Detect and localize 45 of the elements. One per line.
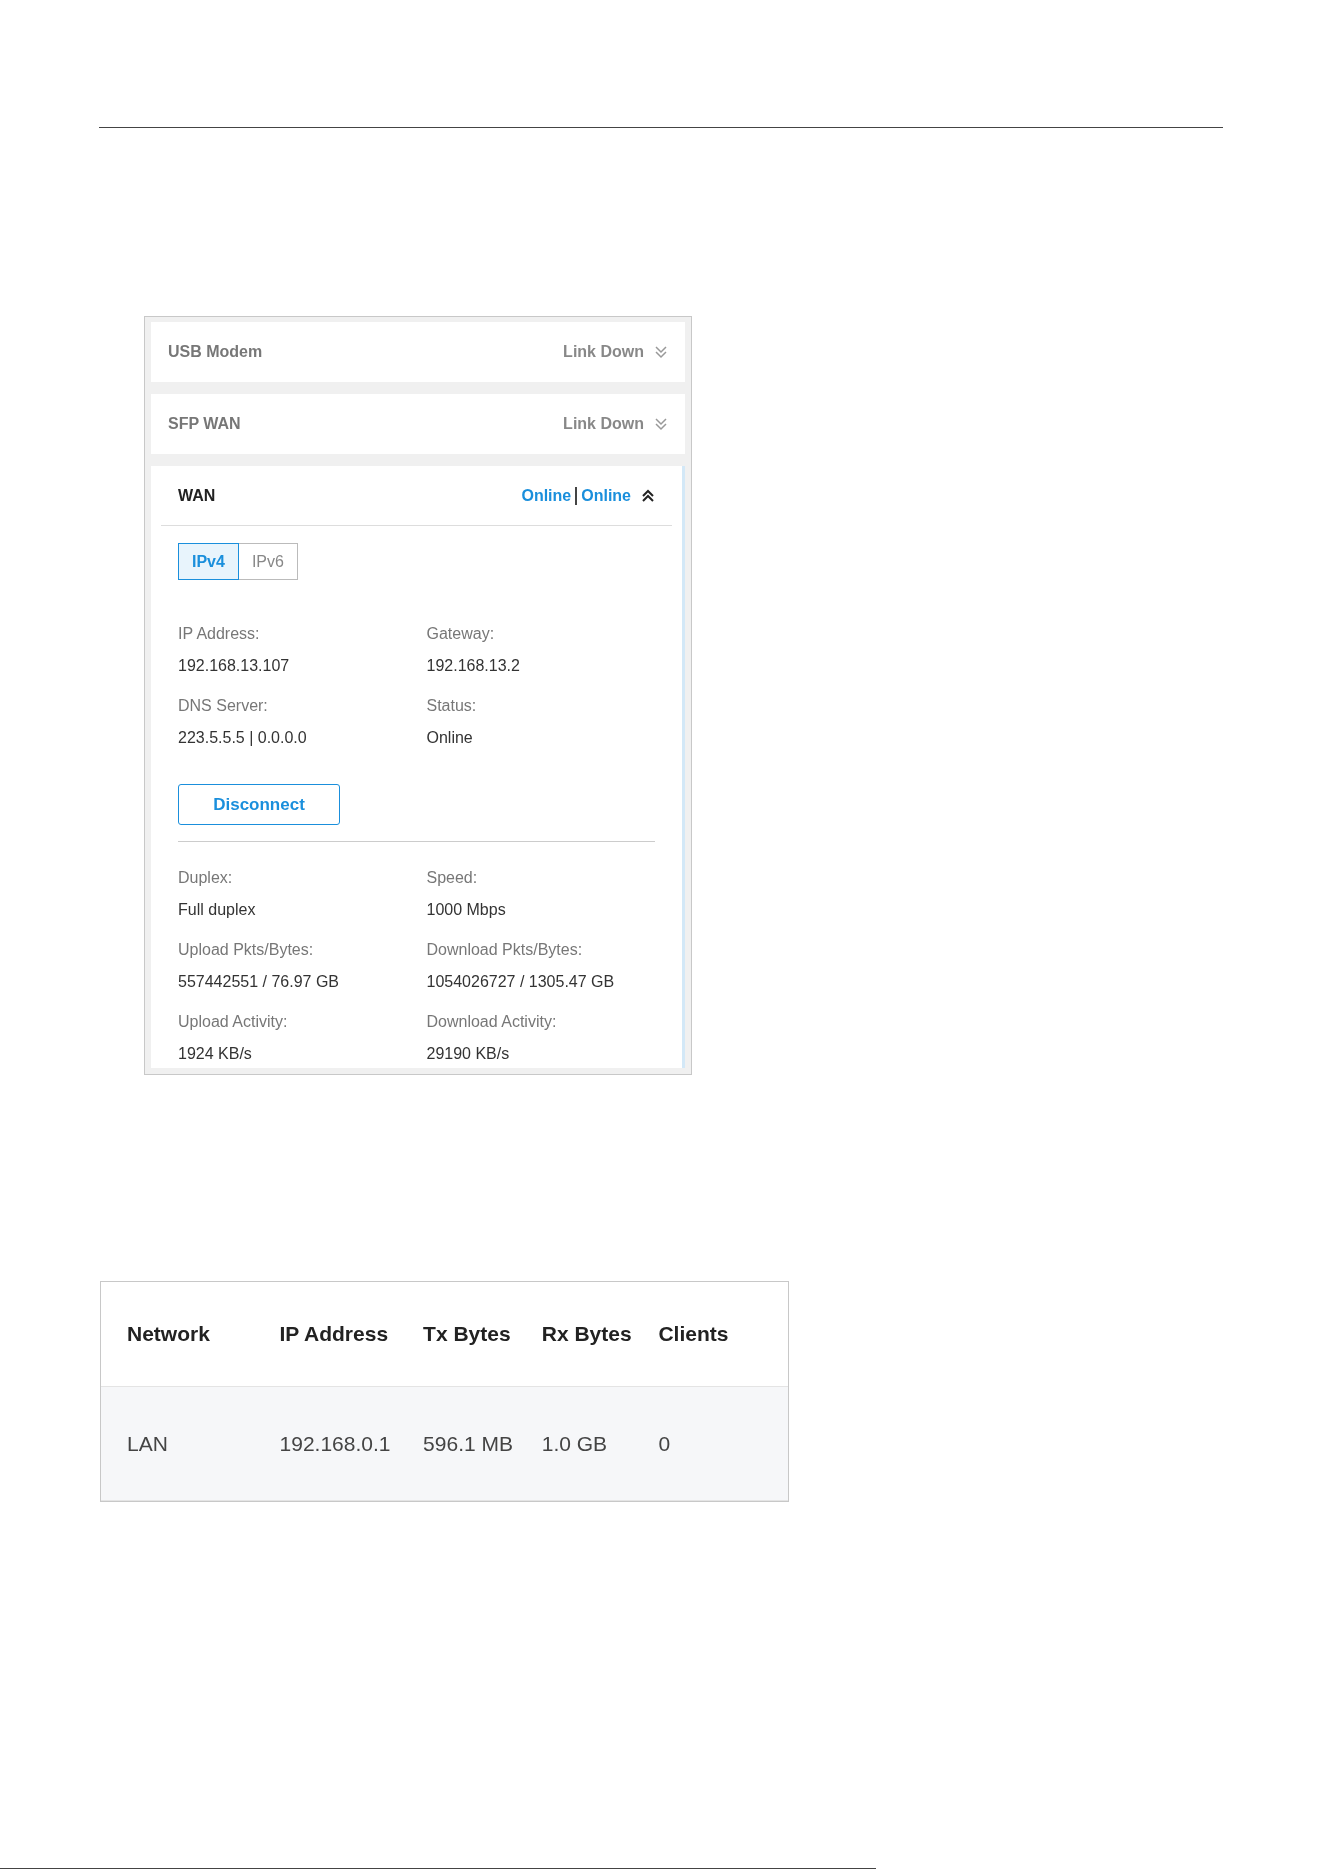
- field-label: Duplex:: [178, 868, 234, 888]
- field-label: IP Address:: [178, 624, 261, 644]
- field-label: DNS Server:: [178, 696, 269, 716]
- field-value: 1924 KB/s: [178, 1044, 253, 1064]
- field-value: 192.168.13.2: [426, 656, 521, 676]
- link-status: Link Down: [563, 414, 644, 434]
- field-value: 223.5.5.5 | 0.0.0.0: [178, 728, 308, 748]
- field-label: Upload Activity:: [178, 1012, 289, 1032]
- field-label: Download Activity:: [426, 1012, 558, 1032]
- collapse-chevron-icon[interactable]: [641, 488, 655, 503]
- field-label: Download Pkts/Bytes:: [426, 940, 584, 960]
- field-value: 1000 Mbps: [426, 900, 507, 920]
- field-label: Status:: [426, 696, 478, 716]
- column-header: Rx Bytes: [541, 1321, 633, 1347]
- table-cell-text: 0: [658, 1431, 672, 1457]
- field-value: 557442551 / 76.97 GB: [178, 972, 341, 992]
- link-status: Online: [521, 485, 572, 506]
- ip-version-tab[interactable]: IPv4: [178, 543, 239, 580]
- expand-chevron-icon[interactable]: [654, 345, 668, 359]
- link-status: Link Down: [563, 342, 644, 362]
- field-label: Gateway:: [426, 624, 496, 644]
- table-cell-text: LAN: [127, 1431, 169, 1457]
- disconnect-button[interactable]: Disconnect: [178, 784, 340, 825]
- field-label: Speed:: [426, 868, 479, 888]
- interface-name[interactable]: WAN: [178, 483, 216, 508]
- table-cell-text: 192.168.0.1: [279, 1431, 392, 1457]
- field-value: Online: [426, 728, 474, 748]
- column-header: Network: [127, 1321, 211, 1347]
- field-value: 29190 KB/s: [426, 1044, 511, 1064]
- separator-bar: [575, 486, 578, 505]
- expand-chevron-icon[interactable]: [654, 417, 668, 431]
- table-cell-text: 596.1 MB: [423, 1431, 514, 1457]
- link-status: Online: [581, 485, 631, 506]
- field-value: Full duplex: [178, 900, 257, 920]
- interface-name[interactable]: SFP WAN: [168, 412, 241, 436]
- interface-name[interactable]: USB Modem: [168, 340, 263, 364]
- column-header: Tx Bytes: [423, 1321, 512, 1347]
- column-header: Clients: [658, 1321, 730, 1347]
- column-header: IP Address: [279, 1321, 390, 1347]
- table-cell-text: 1.0 GB: [541, 1431, 609, 1457]
- field-value: 192.168.13.107: [178, 656, 291, 676]
- ip-version-tab[interactable]: IPv6: [237, 543, 298, 580]
- field-value: 1054026727 / 1305.47 GB: [426, 972, 616, 992]
- table-row[interactable]: LAN 192.168.0.1 596.1 MB 1.0 GB 0: [101, 1387, 788, 1501]
- field-label: Upload Pkts/Bytes:: [178, 940, 315, 960]
